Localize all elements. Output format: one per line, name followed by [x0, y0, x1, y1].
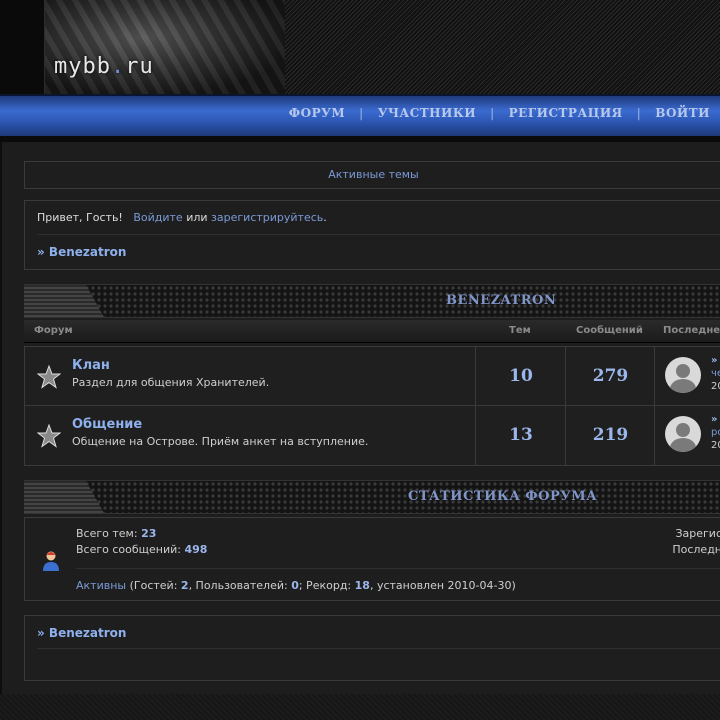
- header-banner: mybb.ru: [0, 0, 720, 94]
- col-last-post: Последнее: [663, 325, 720, 336]
- forum-last-post: » ро 20: [654, 406, 720, 465]
- active-topics-link[interactable]: Активные темы: [24, 161, 720, 189]
- guests-count: 2: [180, 579, 189, 592]
- stats-header: СТАТИСТИКА ФОРУМА: [24, 480, 720, 514]
- last-post-link[interactable]: »: [711, 354, 720, 367]
- forum-last-post: » че 20: [654, 347, 720, 406]
- last-post-link[interactable]: »: [711, 413, 720, 426]
- record-count: 18: [354, 579, 370, 592]
- forum-row: Клан Раздел для общения Хранителей. 10 2…: [24, 346, 720, 406]
- login-link[interactable]: Войдите: [133, 211, 182, 224]
- nav-separator: |: [490, 106, 495, 120]
- stats-box: Всего тем: 49823 Всего сообщений: 498 За…: [24, 517, 720, 601]
- nav-register[interactable]: РЕГИСТРАЦИЯ: [499, 104, 633, 122]
- nav-forum[interactable]: ФОРУМ: [279, 104, 355, 122]
- forum-status-star-icon: [37, 424, 61, 448]
- forum-topic-count: 10: [475, 347, 566, 406]
- greeting-line: Привет, Гость! Войдите или зарегистрируй…: [37, 211, 327, 224]
- last-post-date: 20: [711, 381, 720, 392]
- last-post-date: 20: [711, 440, 720, 451]
- stat-registered: Зарегис: [675, 527, 720, 540]
- site-logo[interactable]: mybb.ru: [54, 54, 154, 79]
- avatar[interactable]: [665, 416, 701, 452]
- forum-topic-count: 13: [475, 406, 566, 465]
- greeting-box: Привет, Гость! Войдите или зарегистрируй…: [24, 200, 720, 270]
- last-post-author[interactable]: че: [711, 367, 720, 380]
- stat-topics: Всего тем: 49823: [76, 527, 157, 540]
- main-panel: Активные темы Привет, Гость! Войдите или…: [0, 142, 720, 694]
- header-strip: [0, 0, 45, 94]
- users-count: 0: [291, 579, 299, 592]
- stat-posts: Всего сообщений: 498: [76, 543, 208, 556]
- last-post-info: » че 20: [711, 354, 720, 393]
- stats-title: СТАТИСТИКА ФОРУМА: [408, 489, 598, 504]
- last-post-info: » ро 20: [711, 413, 720, 452]
- forum-description: Общение на Острове. Приём анкет на вступ…: [72, 435, 369, 448]
- divider: [37, 234, 720, 235]
- stat-online: Активны (Гостей: 2, Пользователей: 0; Ре…: [76, 579, 516, 592]
- col-topics: Тем: [509, 325, 531, 336]
- forum-column-header: Форум Тем Сообщений Последнее: [24, 320, 720, 343]
- register-link[interactable]: зарегистрируйтесь: [211, 211, 323, 224]
- breadcrumb[interactable]: » Benezatron: [37, 245, 126, 259]
- header-artwork: [45, 0, 285, 94]
- active-users-link[interactable]: Активны: [76, 579, 126, 592]
- avatar[interactable]: [665, 357, 701, 393]
- bottom-breadcrumb[interactable]: » Benezatron: [37, 626, 126, 640]
- forum-title[interactable]: Общение: [72, 417, 142, 432]
- forum-description: Раздел для общения Хранителей.: [72, 376, 270, 389]
- nav-members[interactable]: УЧАСТНИКИ: [368, 104, 486, 122]
- greeting-text: Привет, Гость!: [37, 211, 123, 224]
- greeting-period: .: [323, 211, 327, 224]
- bottom-breadcrumb-box: » Benezatron: [24, 615, 720, 681]
- last-post-author[interactable]: ро: [711, 426, 720, 439]
- divider: [37, 648, 720, 649]
- forum-title[interactable]: Клан: [72, 358, 110, 373]
- main-nav: ФОРУМ | УЧАСТНИКИ | РЕГИСТРАЦИЯ | ВОЙТИ: [0, 94, 720, 140]
- category-header: BENEZATRON: [24, 284, 720, 318]
- nav-separator: |: [636, 106, 642, 120]
- online-user-icon: [43, 551, 59, 571]
- stat-topics-value: 23: [141, 527, 157, 540]
- forum-post-count: 219: [565, 406, 655, 465]
- forum-list: Клан Раздел для общения Хранителей. 10 2…: [24, 346, 720, 466]
- nav-separator: |: [359, 106, 364, 120]
- greeting-or: или: [186, 211, 208, 224]
- col-posts: Сообщений: [576, 325, 643, 336]
- stat-posts-value: 498: [184, 543, 208, 556]
- stat-newest: Последн: [672, 543, 720, 556]
- forum-post-count: 279: [565, 347, 655, 406]
- forum-status-star-icon: [37, 365, 61, 389]
- forum-row: Общение Общение на Острове. Приём анкет …: [24, 406, 720, 466]
- stats-header-ornament: [24, 481, 104, 513]
- category-title[interactable]: BENEZATRON: [446, 285, 556, 317]
- col-forum: Форум: [34, 325, 73, 336]
- category-header-ornament: [24, 285, 104, 317]
- divider: [76, 568, 720, 569]
- nav-login[interactable]: ВОЙТИ: [645, 104, 720, 122]
